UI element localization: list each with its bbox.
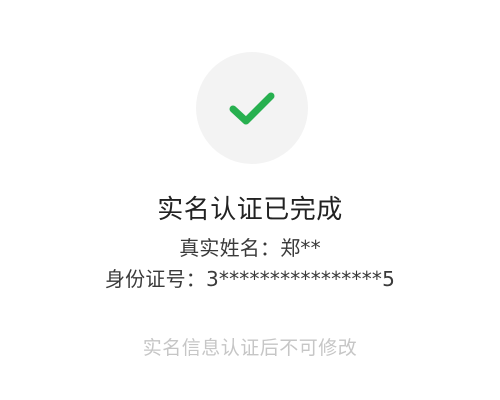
id-number-row: 身份证号：3****************5: [0, 267, 500, 291]
id-number-label: 身份证号：: [104, 267, 206, 291]
verification-title: 实名认证已完成: [157, 195, 343, 225]
verification-note: 实名信息认证后不可修改: [142, 337, 358, 359]
success-icon-circle: [196, 52, 308, 164]
check-icon: [229, 92, 275, 125]
verification-success-screen: 实名认证已完成 真实姓名：郑** 身份证号：3****************5…: [0, 0, 500, 400]
id-number-value: 3****************5: [205, 267, 396, 291]
real-name-row: 真实姓名：郑**: [0, 236, 500, 260]
real-name-value: 郑**: [280, 236, 321, 260]
real-name-label: 真实姓名：: [179, 236, 281, 260]
